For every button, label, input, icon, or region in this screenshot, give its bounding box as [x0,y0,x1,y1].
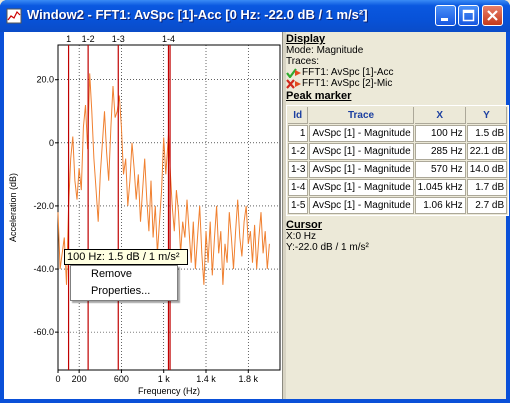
table-row[interactable]: 1-4 AvSpc [1] - Magnitude 1.045 kHz 1.7 dB [288,179,508,196]
table-cell-trace: AvSpc [1] - Magnitude [309,197,414,214]
display-mode: Mode: Magnitude [286,45,364,56]
y-tick-label: -20.0 [33,201,54,211]
x-cross-icon [286,78,301,89]
table-cell-id: 1 [288,125,309,142]
table-cell-trace: AvSpc [1] - Magnitude [309,161,414,178]
x-tick-label: 1.4 k [196,374,216,384]
maximize-button[interactable] [458,5,479,26]
cursor-title: Cursor [286,219,323,231]
plot-panel[interactable]: 20.0 0 -20.0 -40.0 -60.0 0 200 600 1 k 1.4 k 1.8 k… [4,32,283,399]
menu-item-remove[interactable]: Remove [71,266,177,283]
client-area: 20.0 0 -20.0 -40.0 -60.0 0 200 600 1 k 1.4 k 1.8 k… [4,32,510,399]
peak-marker-label: 1-3 [112,34,125,44]
table-cell-y: 14.0 dB [466,161,508,178]
close-button[interactable] [482,5,503,26]
column-header-y[interactable]: Y [466,107,508,124]
y-tick-label: -40.0 [33,264,54,274]
table-cell-x: 570 Hz [414,161,466,178]
title-bar[interactable]: Window2 - FFT1: AvSpc [1]-Acc [0 Hz: -22… [0,0,510,32]
close-icon [487,10,498,21]
x-tick-label: 200 [72,374,87,384]
trace-label: FFT1: AvSpc [1]-Acc [302,67,394,78]
table-cell-id: 1-4 [288,179,309,196]
x-tick-label: 1.8 k [239,374,259,384]
x-tick-label: 600 [114,374,129,384]
minimize-icon [441,18,448,21]
spectrum-chart[interactable]: 20.0 0 -20.0 -40.0 -60.0 0 200 600 1 k 1.4 k 1.8 k… [4,32,283,399]
table-cell-trace: AvSpc [1] - Magnitude [309,125,414,142]
table-cell-y: 22.1 dB [466,143,508,160]
menu-item-properties[interactable]: Properties... [71,283,177,300]
table-cell-y: 1.7 dB [466,179,508,196]
marker-value-label: 100 Hz: 1.5 dB / 1 m/s² [64,249,188,265]
table-cell-id: 1-2 [288,143,309,160]
column-header-trace[interactable]: Trace [309,107,414,124]
x-tick-label: 1 k [158,374,171,384]
table-cell-x: 100 Hz [414,125,466,142]
column-header-id[interactable]: Id [288,107,309,124]
y-tick-label: 20.0 [36,75,54,85]
application-window: Window2 - FFT1: AvSpc [1]-Acc [0 Hz: -22… [0,0,510,403]
cursor-x: X:0 Hz [286,231,317,242]
info-panel: Display Mode: Magnitude Traces: FFT1: Av… [286,32,510,399]
trace-label: FFT1: AvSpc [2]-Mic [302,78,393,89]
peak-marker-table: Id Trace X Y 1 AvSpc [1] - Magnitude 100 H… [286,105,510,216]
table-row[interactable]: 1-3 AvSpc [1] - Magnitude 570 Hz 14.0 dB [288,161,508,178]
table-row[interactable]: 1-2 AvSpc [1] - Magnitude 285 Hz 22.1 dB [288,143,508,160]
table-cell-x: 1.045 kHz [414,179,466,196]
table-cell-y: 1.5 dB [466,125,508,142]
y-tick-label: -60.0 [33,327,54,337]
table-row[interactable]: 1 AvSpc [1] - Magnitude 100 Hz 1.5 dB [288,125,508,142]
column-header-x[interactable]: X [414,107,466,124]
x-axis-label: Frequency (Hz) [138,386,200,396]
peak-marker-label: 1 [66,34,71,44]
table-cell-x: 285 Hz [414,143,466,160]
maximize-icon [462,9,475,22]
table-cell-y: 2.7 dB [466,197,508,214]
checkmark-icon [286,67,301,78]
cursor-y: Y:-22.0 dB / 1 m/s² [286,242,369,253]
table-cell-trace: AvSpc [1] - Magnitude [309,179,414,196]
context-menu: Remove Properties... [70,265,178,301]
trace-item[interactable]: FFT1: AvSpc [2]-Mic [286,78,506,89]
table-row[interactable]: 1-5 AvSpc [1] - Magnitude 1.06 kHz 2.7 dB [288,197,508,214]
table-cell-id: 1-5 [288,197,309,214]
table-cell-trace: AvSpc [1] - Magnitude [309,143,414,160]
window-title: Window2 - FFT1: AvSpc [1]-Acc [0 Hz: -22… [27,7,368,22]
peak-marker-title: Peak marker [286,90,352,102]
y-axis-label: Acceleration (dB) [8,173,18,242]
display-title: Display [286,33,326,45]
x-tick-label: 0 [55,374,60,384]
trace-item[interactable]: FFT1: AvSpc [1]-Acc [286,67,506,78]
chart-icon [6,8,22,24]
peak-marker-label: 1-4 [162,34,175,44]
table-cell-x: 1.06 kHz [414,197,466,214]
y-tick-label: 0 [49,138,54,148]
peak-marker-label: 1-2 [82,34,95,44]
traces-label: Traces: [286,56,319,67]
table-cell-id: 1-3 [288,161,309,178]
minimize-button[interactable] [435,5,456,26]
